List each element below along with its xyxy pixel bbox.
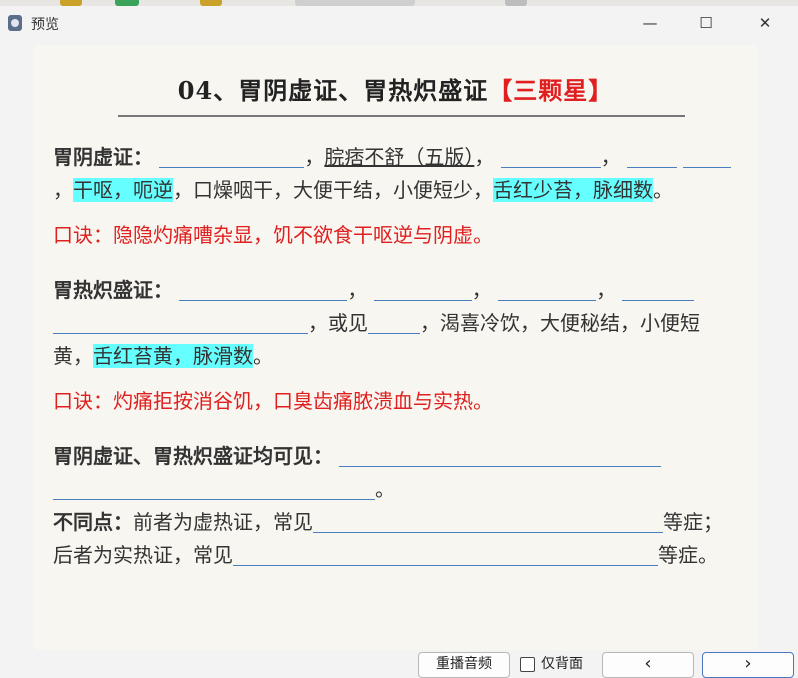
preview-card: 04、胃阴虚证、胃热炽盛证【三颗星】 胃阴虚证： ，脘痞不舒（五版）， ， ，干… [33,45,758,650]
fill-blank[interactable] [179,278,348,301]
fill-blank[interactable] [53,477,375,500]
punct: 。 [253,344,273,368]
fill-blank[interactable] [159,145,305,168]
highlighted-answer: 舌红苔黄，脉滑数 [93,344,253,368]
section-label: 胃热炽盛证： [53,278,173,302]
title-divider [118,115,685,117]
title-text: 04、胃阴虚证、胃热炽盛证 [177,76,489,105]
underlined-answer: 脘痞不舒（五版） [324,145,475,169]
maximize-button[interactable]: ☐ [686,10,726,36]
section-label: 胃阴虚证、胃热炽盛证均可见： [53,444,333,468]
body-text: 等症。 [658,543,718,567]
card-content: 胃阴虚证： ，脘痞不舒（五版）， ， ，干呕，呃逆，口燥咽干，大便干结，小便短少… [53,141,739,572]
punct: ， [474,145,495,169]
punct: ， [53,178,73,202]
punct: ， [304,145,325,169]
highlighted-answer: 舌红少苔，脉细数 [493,178,653,202]
section-stomach-yin-deficiency: 胃阴虚证： ，脘痞不舒（五版）， ， ，干呕，呃逆，口燥咽干，大便干结，小便短少… [53,141,739,207]
body-text: 前者为虚热证，常见 [133,510,313,534]
fill-blank[interactable] [233,543,658,566]
mnemonic-text: 口诀：灼痛拒按消谷饥，口臭齿痛脓溃血与实热。 [53,389,493,413]
replay-audio-button[interactable]: 重播音频 [418,652,510,678]
difference-label: 不同点： [53,510,133,534]
title-bar: 预览 — ☐ ✕ [0,6,798,40]
fill-blank[interactable] [627,145,678,168]
punct: ， [596,278,617,302]
fill-blank[interactable] [683,145,732,168]
fill-blank[interactable] [622,278,695,301]
fill-blank[interactable] [373,278,472,301]
section-common-and-difference: 胃阴虚证、胃热炽盛证均可见： 。 不同点：前者为虚热证，常见 等症；后者为实热证，… [53,440,739,572]
minimize-button[interactable]: — [630,10,670,36]
mnemonic-text: 口诀：隐隐灼痛嘈杂显，饥不欲食干呕逆与阴虚。 [53,223,493,247]
star-rating-tag: 【三颗星】 [488,76,614,105]
fill-blank[interactable] [368,311,420,334]
fill-blank[interactable] [313,510,663,533]
highlighted-answer: 干呕，呃逆 [73,178,173,202]
punct: 。 [375,477,395,501]
page-title: 04、胃阴虚证、胃热炽盛证【三颗星】 [33,71,758,106]
previous-button[interactable]: ‹ [602,652,694,678]
punct: ， [347,278,368,302]
punct: 。 [653,178,673,202]
fill-blank[interactable] [500,145,601,168]
fill-blank[interactable] [339,444,662,467]
body-text: ，或见 [308,311,368,335]
section-stomach-heat: 胃热炽盛证： ， ， ， ，或见 ，渴喜冷饮，大便秘结，小便短黄，舌红苔黄，脉滑数… [53,274,739,373]
punct: ， [600,145,621,169]
fill-blank[interactable] [53,311,308,334]
section-label: 胃阴虚证： [53,145,153,169]
fill-blank[interactable] [498,278,597,301]
punct: ， [471,278,492,302]
close-button[interactable]: ✕ [745,10,785,36]
next-button[interactable]: › [702,652,794,678]
window-title: 预览 [31,17,59,33]
app-icon [8,15,22,31]
body-text: ，口燥咽干，大便干结，小便短少， [173,178,493,202]
back-only-label: 仅背面 [541,656,583,672]
